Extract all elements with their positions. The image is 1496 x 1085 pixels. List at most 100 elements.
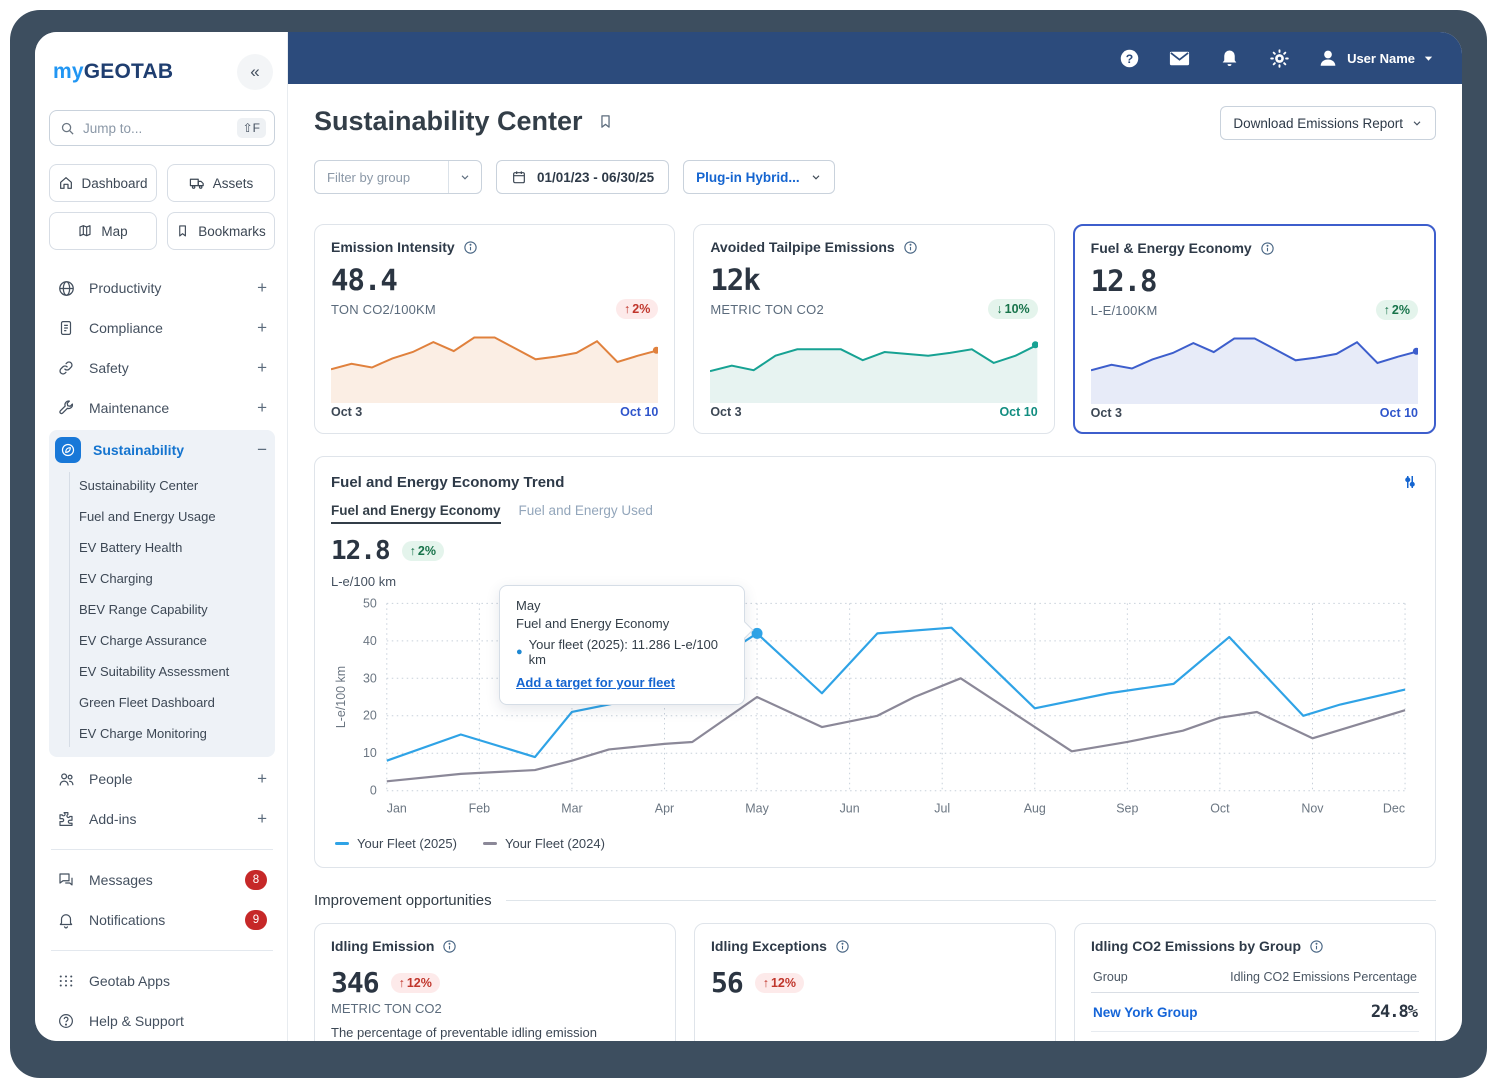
- sidebar-item-messages[interactable]: Messages 8: [49, 860, 275, 900]
- expand-icon[interactable]: +: [257, 318, 267, 338]
- group-link[interactable]: New York Group: [1091, 992, 1210, 1032]
- info-icon[interactable]: [442, 939, 457, 954]
- bell-icon[interactable]: [1217, 46, 1241, 70]
- jump-to-search[interactable]: ⇧F: [49, 110, 275, 146]
- search-input[interactable]: [83, 120, 229, 136]
- info-icon[interactable]: [1260, 241, 1275, 256]
- chevrons-left-icon: «: [250, 62, 260, 81]
- svg-text:Oct: Oct: [1210, 802, 1230, 816]
- change-value: 12%: [406, 975, 432, 990]
- sidebar-item-add-ins[interactable]: Add-ins +: [49, 799, 275, 839]
- sidebar-item-productivity[interactable]: Productivity +: [49, 268, 275, 308]
- vehicle-type-filter[interactable]: Plug-in Hybrid...: [683, 160, 835, 194]
- fuel-energy-economy-card[interactable]: Fuel & Energy Economy 12.8 L-E/100KM ↑ 2%…: [1072, 224, 1436, 434]
- collapse-sidebar-button[interactable]: «: [237, 54, 273, 90]
- download-emissions-report-button[interactable]: Download Emissions Report: [1220, 106, 1436, 140]
- avoided-tailpipe-emissions-card[interactable]: Avoided Tailpipe Emissions 12k METRIC TO…: [693, 224, 1055, 434]
- logo-my: my: [53, 60, 84, 83]
- change-value: 10%: [1004, 302, 1030, 316]
- search-icon: [61, 122, 74, 135]
- bookmarks-button[interactable]: Bookmarks: [167, 212, 275, 250]
- sidebar-item-ev-battery-health[interactable]: EV Battery Health: [75, 532, 275, 563]
- group-link[interactable]: Hudson Malone: [1091, 1031, 1210, 1041]
- logo-geotab: GEOTAB: [83, 60, 174, 83]
- idling-emission-unit: METRIC TON CO2: [331, 1001, 442, 1016]
- sidebar-item-label: Compliance: [89, 320, 163, 336]
- messages-badge: 8: [245, 870, 267, 890]
- sidebar-item-label: Messages: [89, 872, 153, 888]
- assets-button[interactable]: Assets: [167, 164, 275, 202]
- column-header-group: Group: [1091, 964, 1210, 993]
- legend-item-2025[interactable]: Your Fleet (2025): [335, 836, 457, 851]
- gear-icon[interactable]: [1267, 46, 1291, 70]
- date-range-picker[interactable]: 01/01/23 - 06/30/25: [496, 160, 670, 194]
- info-icon[interactable]: [1309, 939, 1324, 954]
- improvement-section-title: Improvement opportunities: [314, 892, 492, 909]
- divider: [51, 849, 273, 850]
- expand-icon[interactable]: +: [257, 769, 267, 789]
- sidebar-item-geotab-apps[interactable]: Geotab Apps: [49, 961, 275, 1001]
- sidebar-item-people[interactable]: People +: [49, 759, 275, 799]
- expand-icon[interactable]: +: [257, 809, 267, 829]
- info-icon[interactable]: [903, 240, 918, 255]
- change-badge: ↓ 10%: [988, 299, 1038, 319]
- card-title: Idling Exceptions: [711, 938, 827, 954]
- sidebar-item-notifications[interactable]: Notifications 9: [49, 900, 275, 940]
- collapse-icon[interactable]: −: [257, 440, 267, 460]
- info-icon[interactable]: [835, 939, 850, 954]
- sidebar-item-help-support[interactable]: Help & Support: [49, 1001, 275, 1041]
- legend-swatch: [335, 842, 349, 845]
- expand-icon[interactable]: +: [257, 358, 267, 378]
- chart-legend: Your Fleet (2025) Your Fleet (2024): [331, 826, 1419, 857]
- sidebar-item-ev-suitability-assessment[interactable]: EV Suitability Assessment: [75, 656, 275, 687]
- sidebar-item-sustainability-center[interactable]: Sustainability Center: [75, 470, 275, 501]
- bookmark-page-icon[interactable]: [597, 113, 614, 130]
- map-button[interactable]: Map: [49, 212, 157, 250]
- download-button-label: Download Emissions Report: [1233, 115, 1403, 131]
- sidebar-item-label: Maintenance: [89, 400, 170, 416]
- sidebar-item-compliance[interactable]: Compliance +: [49, 308, 275, 348]
- svg-text:Jan: Jan: [387, 802, 407, 816]
- sidebar-item-maintenance[interactable]: Maintenance +: [49, 388, 275, 428]
- expand-icon[interactable]: +: [257, 278, 267, 298]
- sliders-icon[interactable]: [1401, 473, 1419, 491]
- sidebar-item-label: Safety: [89, 360, 129, 376]
- leaf-icon: [55, 437, 81, 463]
- legend-item-2024[interactable]: Your Fleet (2024): [482, 836, 605, 851]
- tab-fuel-and-energy-used[interactable]: Fuel and Energy Used: [519, 503, 653, 524]
- sidebar-item-bev-range-capability[interactable]: BEV Range Capability: [75, 594, 275, 625]
- sidebar-item-ev-charge-monitoring[interactable]: EV Charge Monitoring: [75, 718, 275, 749]
- add-target-link[interactable]: Add a target for your fleet: [516, 675, 675, 690]
- sidebar-item-green-fleet-dashboard[interactable]: Green Fleet Dashboard: [75, 687, 275, 718]
- sidebar: myGEOTAB « ⇧F Dashboard As: [35, 32, 288, 1041]
- user-menu[interactable]: User Name: [1317, 47, 1434, 69]
- fuel-energy-trend-chart[interactable]: 0 10 20 30 40 50 Jan Feb Mar Apr May Jun Jul Aug Sep Oc…: [331, 593, 1419, 821]
- sidebar-item-fuel-and-energy-usage[interactable]: Fuel and Energy Usage: [75, 501, 275, 532]
- sidebar-item-safety[interactable]: Safety +: [49, 348, 275, 388]
- group-filter-select[interactable]: Filter by group: [314, 160, 482, 194]
- sidebar-item-ev-charge-assurance[interactable]: EV Charge Assurance: [75, 625, 275, 656]
- change-badge: ↑ 2%: [401, 541, 444, 561]
- info-icon[interactable]: [463, 240, 478, 255]
- legend-label: Your Fleet (2024): [504, 836, 605, 851]
- emission-intensity-card[interactable]: Emission Intensity 48.4 TON CO2/100KM ↑ 2…: [314, 224, 676, 434]
- quick-button-label: Bookmarks: [198, 223, 266, 239]
- svg-text:Sep: Sep: [1116, 802, 1138, 816]
- bell-icon: [55, 909, 77, 931]
- mail-icon[interactable]: [1167, 46, 1191, 70]
- app-window: myGEOTAB « ⇧F Dashboard As: [35, 32, 1462, 1041]
- table-row: New York Group 24.8%: [1091, 992, 1419, 1032]
- card-title: Fuel & Energy Economy: [1090, 240, 1252, 256]
- help-icon[interactable]: ?: [1117, 46, 1141, 70]
- trend-value: 12.8: [331, 536, 391, 566]
- sidebar-item-sustainability[interactable]: Sustainability −: [49, 430, 275, 470]
- chevron-down-icon: [812, 175, 820, 180]
- up-arrow-icon: ↑: [762, 975, 769, 990]
- card-title: Avoided Tailpipe Emissions: [710, 239, 895, 255]
- user-icon: [1320, 50, 1336, 66]
- kpi-unit: METRIC TON CO2: [710, 301, 824, 317]
- dashboard-button[interactable]: Dashboard: [49, 164, 157, 202]
- tab-fuel-and-energy-economy[interactable]: Fuel and Energy Economy: [331, 503, 501, 524]
- sidebar-item-ev-charging[interactable]: EV Charging: [75, 563, 275, 594]
- expand-icon[interactable]: +: [257, 398, 267, 418]
